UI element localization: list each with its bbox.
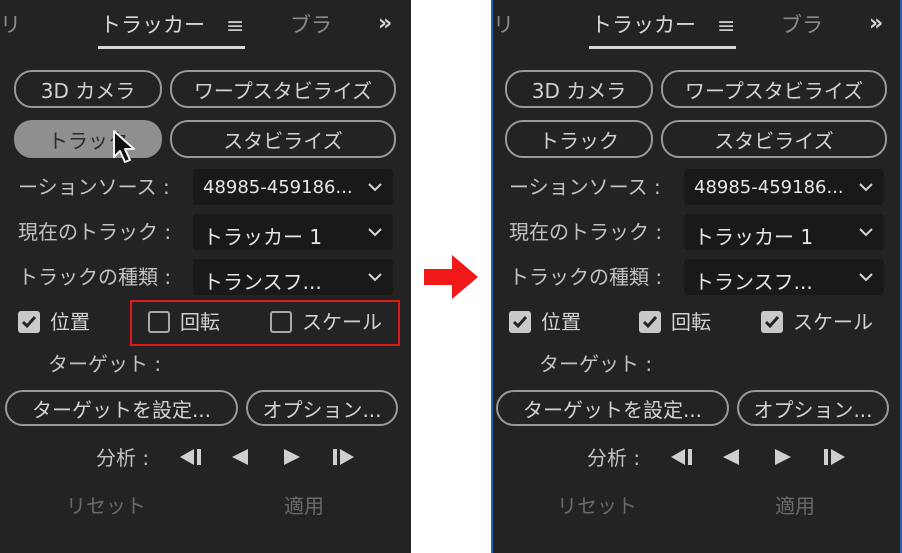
motion-source-value: 48985-459186... [203, 177, 353, 198]
overflow-chevron-icon[interactable]: » [378, 13, 392, 35]
analyze-backward-icon[interactable] [719, 447, 743, 467]
tab-active-underline [589, 46, 736, 49]
analyze-label: 分析 : [96, 446, 150, 470]
camera-3d-button[interactable]: 3D カメラ [505, 70, 653, 108]
analyze-forward-icon[interactable] [771, 447, 795, 467]
tab-tracker[interactable]: トラッカー [100, 15, 205, 36]
options-button[interactable]: オプション... [246, 390, 398, 426]
current-track-label: 現在のトラック : [18, 220, 172, 244]
reset-button[interactable]: リセット [66, 496, 146, 516]
motion-source-label: ーションソース : [18, 175, 170, 199]
checkmark-icon [764, 316, 780, 329]
analyze-backward-icon[interactable] [228, 447, 252, 467]
current-track-dropdown[interactable]: トラッカー 1 [193, 214, 393, 250]
apply-button[interactable]: 適用 [775, 496, 815, 516]
rotation-checkbox[interactable] [639, 311, 661, 333]
stabilize-motion-button[interactable]: スタビライズ [661, 120, 887, 158]
track-motion-button[interactable]: トラック [505, 120, 653, 158]
current-track-dropdown[interactable]: トラッカー 1 [684, 214, 884, 250]
analyze-forward-icon[interactable] [280, 447, 304, 467]
checkmark-icon [512, 316, 528, 329]
track-type-label: トラックの種類 : [18, 265, 172, 289]
panel-menu-icon[interactable]: ≡ [717, 16, 735, 38]
set-target-button[interactable]: ターゲットを設定... [496, 390, 729, 426]
tab-partial-next[interactable]: ブラ [290, 15, 332, 36]
tab-active-underline [98, 46, 245, 49]
stabilize-motion-button[interactable]: スタビライズ [170, 120, 396, 158]
chevron-down-icon [368, 228, 382, 237]
right-arrow-icon [424, 255, 478, 299]
chevron-down-icon [368, 273, 382, 282]
position-checkbox[interactable] [18, 311, 40, 333]
analyze-1-frame-forward-icon[interactable] [821, 447, 849, 467]
track-type-value: トランスフ... [694, 270, 813, 294]
reset-button[interactable]: リセット [557, 496, 637, 516]
tab-partial-left[interactable]: リ [493, 15, 514, 36]
warp-stabilizer-button[interactable]: ワープスタビライズ [661, 70, 887, 108]
chevron-down-icon [859, 183, 873, 192]
camera-3d-button[interactable]: 3D カメラ [14, 70, 162, 108]
current-track-value: トラッカー 1 [203, 225, 323, 249]
panel-menu-icon[interactable]: ≡ [226, 16, 244, 38]
tracker-panel-before: リ トラッカー ≡ ブラ » 3D カメラ ワープスタビライズ トラック スタビ… [0, 0, 411, 553]
position-label: 位置 [50, 310, 90, 334]
analyze-1-frame-backward-icon[interactable] [176, 447, 204, 467]
chevron-down-icon [859, 273, 873, 282]
analyze-1-frame-backward-icon[interactable] [667, 447, 695, 467]
target-label: ターゲット : [539, 352, 653, 376]
warp-stabilizer-button[interactable]: ワープスタビライズ [170, 70, 396, 108]
tab-partial-next[interactable]: ブラ [781, 15, 823, 36]
track-type-dropdown[interactable]: トランスフ... [193, 259, 393, 295]
motion-source-dropdown[interactable]: 48985-459186... [684, 169, 884, 205]
track-type-value: トランスフ... [203, 270, 322, 294]
tab-tracker[interactable]: トラッカー [591, 15, 696, 36]
rotation-checkbox[interactable] [148, 311, 170, 333]
position-checkbox[interactable] [509, 311, 531, 333]
mouse-cursor-icon [113, 130, 135, 163]
chevron-down-icon [368, 183, 382, 192]
motion-source-dropdown[interactable]: 48985-459186... [193, 169, 393, 205]
scale-label: スケール [793, 310, 873, 334]
analyze-1-frame-forward-icon[interactable] [330, 447, 358, 467]
apply-button[interactable]: 適用 [284, 496, 324, 516]
current-track-label: 現在のトラック : [509, 220, 663, 244]
track-type-label: トラックの種類 : [509, 265, 663, 289]
scale-label: スケール [302, 310, 382, 334]
rotation-label: 回転 [180, 310, 220, 334]
overflow-chevron-icon[interactable]: » [869, 13, 883, 35]
scale-checkbox[interactable] [761, 311, 783, 333]
motion-source-label: ーションソース : [509, 175, 661, 199]
checkmark-icon [21, 316, 37, 329]
target-label: ターゲット : [48, 352, 162, 376]
position-label: 位置 [541, 310, 581, 334]
motion-source-value: 48985-459186... [694, 177, 844, 198]
tab-partial-left[interactable]: リ [0, 15, 21, 36]
track-motion-button[interactable]: トラック [14, 120, 162, 158]
rotation-label: 回転 [671, 310, 711, 334]
checkmark-icon [642, 316, 658, 329]
scale-checkbox[interactable] [270, 311, 292, 333]
set-target-button[interactable]: ターゲットを設定... [5, 390, 238, 426]
track-type-dropdown[interactable]: トランスフ... [684, 259, 884, 295]
analyze-label: 分析 : [587, 446, 641, 470]
current-track-value: トラッカー 1 [694, 225, 814, 249]
options-button[interactable]: オプション... [737, 390, 889, 426]
tracker-panel-after: リ トラッカー ≡ ブラ » 3D カメラ ワープスタビライズ トラック スタビ… [491, 0, 902, 553]
chevron-down-icon [859, 228, 873, 237]
